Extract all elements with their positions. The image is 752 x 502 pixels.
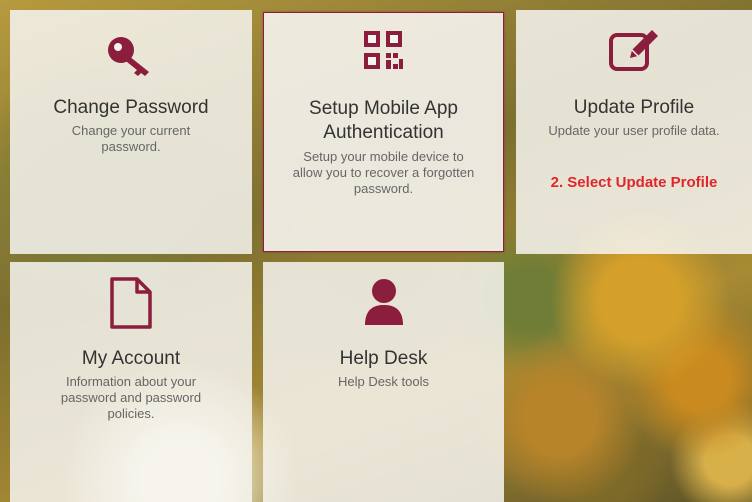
key-icon: [108, 37, 149, 76]
tile-description: Change your current password.: [71, 123, 191, 154]
qr-code-icon: [363, 31, 403, 69]
tile-setup-mobile-app[interactable]: Setup Mobile App Authentication Setup yo…: [263, 12, 504, 252]
tile-title: My Account: [81, 348, 181, 369]
tile-description: Information about your password and pass…: [60, 374, 202, 421]
tile-title: Update Profile: [573, 97, 695, 118]
tile-description: Setup your mobile device to allow you to…: [292, 149, 475, 196]
edit-icon: [609, 30, 658, 71]
instruction-callout: 2. Select Update Profile: [550, 174, 718, 191]
tile-title: Setup Mobile App Authentication: [309, 98, 458, 143]
document-icon: [110, 277, 152, 329]
tile-help-desk[interactable]: Help Desk Help Desk tools: [263, 262, 504, 502]
person-icon: [364, 279, 403, 325]
tile-title: Change Password: [53, 97, 209, 118]
tile-update-profile[interactable]: Update Profile Update your user profile …: [516, 10, 752, 254]
tile-my-account[interactable]: My Account Information about your passwo…: [10, 262, 252, 502]
tile-change-password[interactable]: Change Password Change your current pass…: [10, 10, 252, 254]
tile-description: Help Desk tools: [337, 374, 430, 389]
tile-description: Update your user profile data.: [548, 123, 720, 138]
tile-title: Help Desk: [339, 348, 428, 369]
